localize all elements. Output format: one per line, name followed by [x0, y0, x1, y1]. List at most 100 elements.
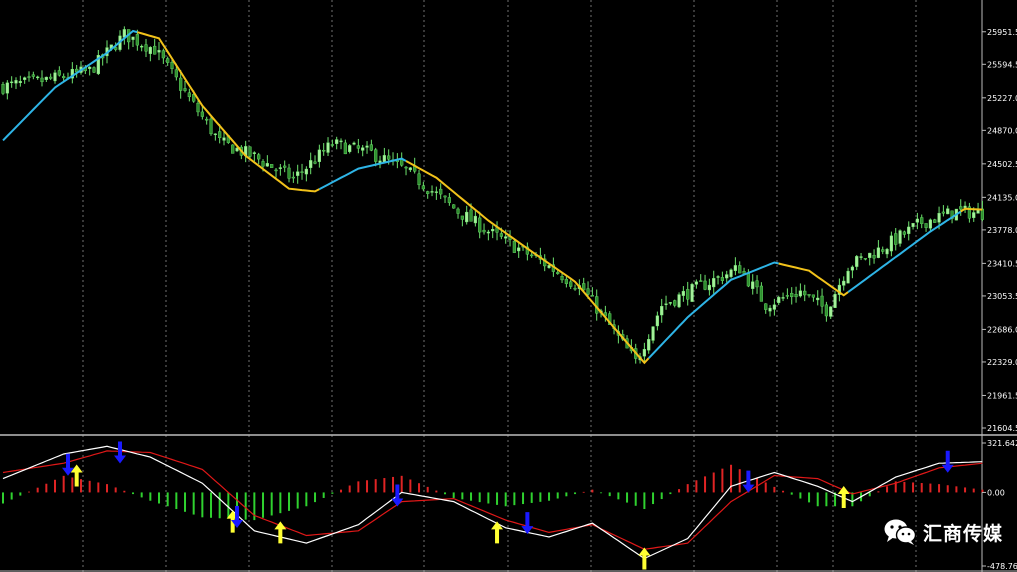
- histogram-bar: [28, 491, 31, 493]
- histogram-bar: [114, 487, 117, 493]
- candle-body: [790, 292, 794, 298]
- histogram-bar: [548, 492, 551, 501]
- histogram-bar: [10, 492, 13, 500]
- candle-body: [265, 163, 269, 167]
- histogram-bar: [972, 488, 975, 493]
- candle-body: [690, 284, 694, 302]
- candle-body: [946, 208, 950, 215]
- histogram-bar: [790, 492, 793, 495]
- candle-body: [460, 215, 464, 220]
- candle-body: [781, 297, 785, 299]
- candle-body: [131, 36, 135, 40]
- candle-body: [677, 294, 681, 308]
- price-tick-label: 23053.5: [987, 292, 1017, 301]
- candle-body: [44, 76, 48, 80]
- candle-body: [660, 306, 664, 316]
- candle-body: [456, 208, 460, 214]
- histogram-bar: [643, 492, 646, 510]
- candle-body: [330, 144, 334, 146]
- candle-body: [248, 146, 252, 157]
- candle-body: [339, 140, 343, 143]
- histogram-bar: [158, 492, 161, 504]
- candle-body: [512, 240, 516, 253]
- candle-body: [829, 306, 833, 317]
- histogram-bar: [478, 492, 481, 503]
- candle-body: [681, 290, 685, 296]
- candle-body: [894, 233, 898, 245]
- wechat-icon: [884, 519, 917, 545]
- candle-body: [824, 304, 828, 317]
- histogram-bar: [210, 492, 213, 518]
- candle-body: [499, 233, 503, 237]
- candle-body: [49, 76, 53, 79]
- histogram-bar: [227, 492, 230, 519]
- candle-body: [478, 217, 482, 233]
- candle-body: [716, 276, 720, 278]
- histogram-bar: [773, 486, 776, 493]
- candle-body: [417, 173, 421, 186]
- candle-body: [920, 217, 924, 224]
- histogram-bar: [132, 492, 135, 495]
- candle-body: [309, 160, 313, 168]
- candle-body: [664, 303, 668, 305]
- candle-body: [36, 76, 40, 79]
- candle-body: [1, 84, 5, 94]
- price-tick-label: 21961.5: [987, 391, 1017, 400]
- candle-body: [426, 191, 430, 194]
- price-tick-label: 24870.0: [987, 126, 1017, 135]
- price-tick-label: 24502.5: [987, 160, 1017, 169]
- chart-canvas: 25951.5 25594.5 25227.0 24870.0 24502.5 24135…: [0, 0, 1017, 572]
- histogram-bar: [97, 482, 100, 493]
- histogram-bar: [279, 492, 282, 514]
- candle-body: [655, 315, 659, 327]
- candle-body: [764, 303, 768, 310]
- candle-body: [924, 223, 928, 228]
- candle-body: [404, 166, 408, 169]
- candle-body: [322, 149, 326, 152]
- candle-body: [283, 165, 287, 168]
- histogram-bar: [513, 492, 516, 506]
- candle-body: [937, 213, 941, 223]
- candle-body: [274, 169, 278, 172]
- histogram-bar: [392, 476, 395, 493]
- candle-body: [183, 88, 187, 91]
- candle-body: [729, 269, 733, 277]
- histogram-bar: [816, 492, 819, 507]
- histogram-bar: [617, 492, 620, 500]
- histogram-bar: [574, 492, 577, 495]
- candle-body: [218, 131, 222, 138]
- price-tick-label: 24135.0: [987, 193, 1017, 202]
- candle-body: [855, 256, 859, 267]
- histogram-bar: [522, 492, 525, 505]
- histogram-bar: [166, 492, 169, 507]
- histogram-bar: [938, 484, 941, 493]
- candle-body: [31, 74, 35, 77]
- candle-body: [668, 302, 672, 304]
- histogram-bar: [582, 491, 585, 493]
- macd-tick-label: -478.762: [987, 562, 1017, 571]
- histogram-bar: [877, 491, 880, 493]
- candle-body: [980, 208, 984, 220]
- histogram-bar: [799, 492, 802, 499]
- histogram-bar: [149, 492, 152, 501]
- candle-body: [642, 349, 646, 357]
- candle-body: [166, 58, 170, 63]
- candle-body: [842, 280, 846, 286]
- candle-body: [231, 144, 235, 154]
- candle-body: [798, 290, 802, 297]
- candle-body: [88, 66, 92, 69]
- price-tick-label: 23778.0: [987, 226, 1017, 235]
- candle-body: [205, 118, 209, 121]
- candle-body: [27, 76, 31, 78]
- candle-body: [447, 197, 451, 203]
- histogram-bar: [912, 482, 915, 493]
- candle-body: [304, 168, 308, 175]
- candle-body: [452, 204, 456, 209]
- histogram-bar: [270, 492, 273, 516]
- histogram-bar: [470, 492, 473, 501]
- candle-body: [222, 137, 226, 141]
- candle-body: [941, 211, 945, 214]
- candle-body: [335, 139, 339, 144]
- candle-body: [144, 44, 148, 52]
- histogram-bar: [626, 492, 629, 503]
